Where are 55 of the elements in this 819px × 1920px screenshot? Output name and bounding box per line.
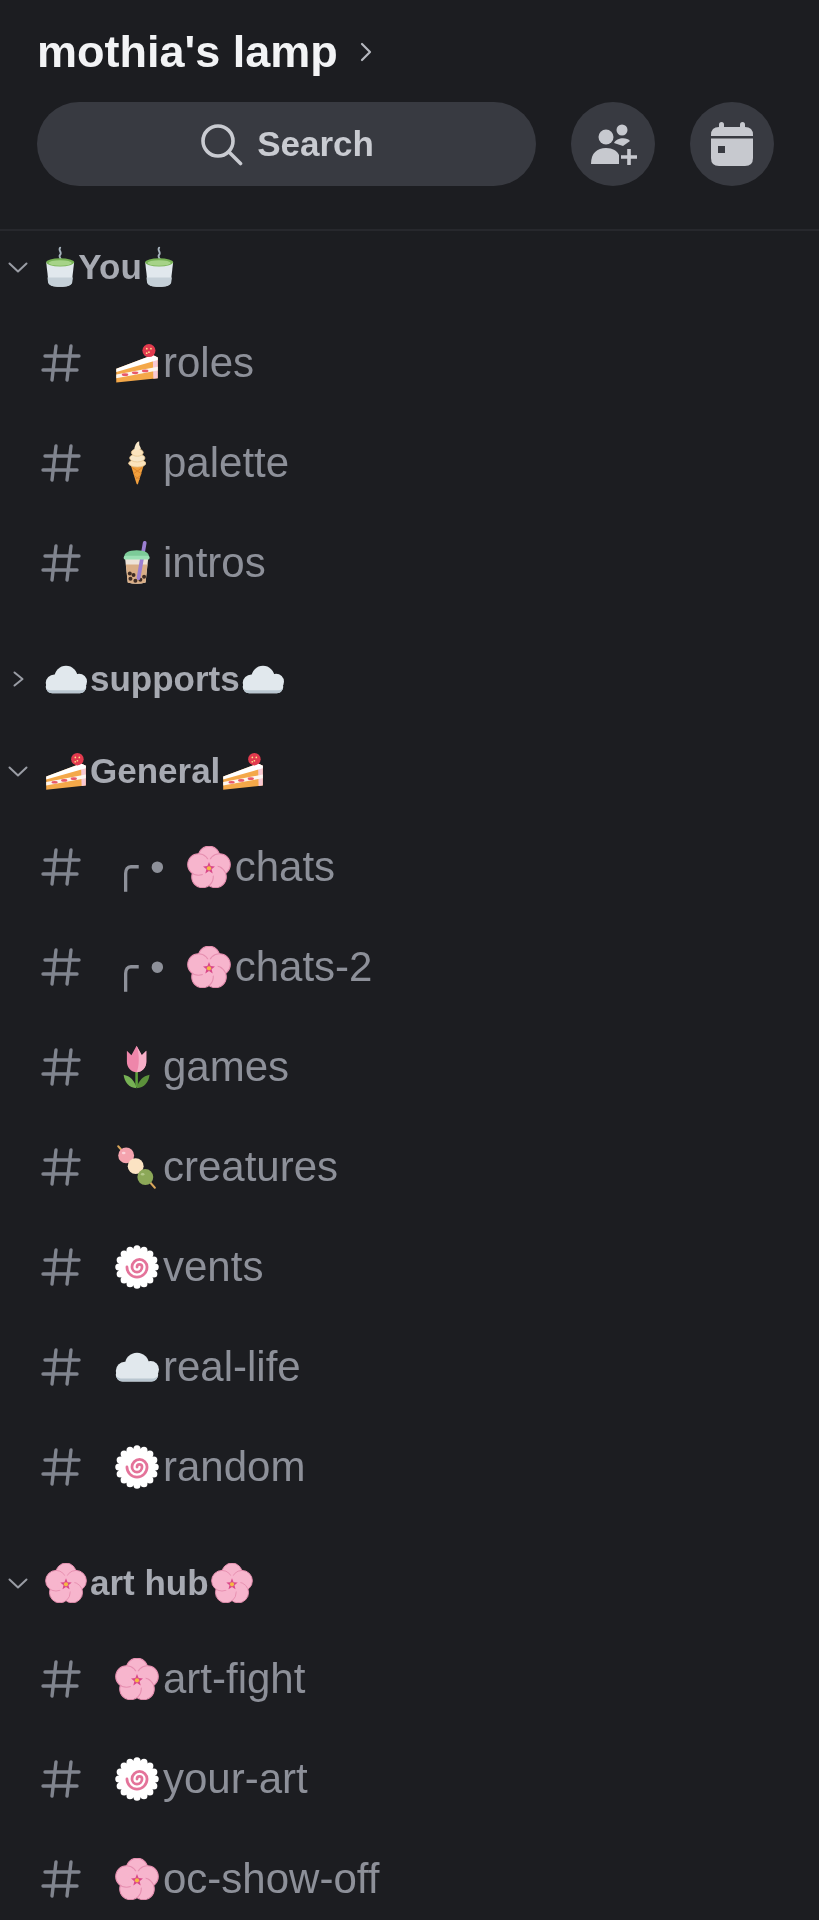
- dango-icon: [117, 1145, 157, 1189]
- cherry-blossom-icon: [210, 1562, 253, 1604]
- ice-cream-icon: [127, 441, 147, 485]
- channel-item[interactable]: roles: [40, 341, 255, 385]
- tea-cup-icon: [45, 246, 76, 288]
- cherry-blossom-icon: [186, 945, 231, 989]
- hash-icon: [40, 343, 82, 383]
- cherry-blossom-icon: [115, 1657, 159, 1701]
- search-icon: [199, 122, 244, 166]
- cloud-icon: [241, 664, 284, 694]
- hash-icon: [40, 847, 82, 887]
- tea-cup-icon: [143, 246, 175, 288]
- cloud-icon: [45, 664, 87, 694]
- channel-item[interactable]: palette: [40, 441, 290, 485]
- hash-icon: [40, 443, 82, 483]
- fish-cake-icon: [115, 1245, 159, 1289]
- cloud-icon: [115, 1351, 159, 1383]
- hash-icon: [40, 1759, 82, 1799]
- bubble-tea-icon: [123, 541, 151, 585]
- category-header[interactable]: supports: [8, 656, 284, 702]
- tulip-icon: [123, 1045, 151, 1089]
- channel-item[interactable]: oc-show-off: [40, 1857, 380, 1901]
- hash-icon: [40, 1347, 82, 1387]
- channel-item[interactable]: art-fight: [40, 1657, 306, 1701]
- channel-item[interactable]: your-art: [40, 1757, 308, 1801]
- cherry-blossom-icon: [186, 845, 231, 889]
- person-add-icon: [589, 122, 637, 166]
- search-button[interactable]: Search: [37, 102, 536, 186]
- cake-slice-icon: [222, 751, 265, 791]
- cherry-blossom-icon: [45, 1562, 87, 1604]
- channel-item[interactable]: vents: [40, 1245, 264, 1289]
- cake-slice-icon: [45, 751, 87, 791]
- hash-icon: [40, 1047, 82, 1087]
- channel-item[interactable]: random: [40, 1445, 306, 1489]
- calendar-icon: [711, 122, 753, 166]
- hash-icon: [40, 1147, 82, 1187]
- fish-cake-icon: [115, 1445, 159, 1489]
- category-header[interactable]: You: [8, 244, 175, 290]
- hash-icon: [40, 947, 82, 987]
- channel-item[interactable]: games: [40, 1045, 290, 1089]
- cherry-blossom-icon: [115, 1857, 159, 1901]
- chevron-right-icon: [359, 42, 372, 62]
- category-header[interactable]: General: [8, 748, 265, 794]
- channel-item[interactable]: intros: [40, 541, 266, 585]
- hash-icon: [40, 1659, 82, 1699]
- hash-icon: [40, 1859, 82, 1899]
- cake-slice-icon: [115, 342, 159, 384]
- channel-item[interactable]: creatures: [40, 1145, 339, 1189]
- hash-icon: [40, 1447, 82, 1487]
- fish-cake-icon: [115, 1757, 159, 1801]
- channel-item[interactable]: real-life: [40, 1345, 301, 1389]
- hash-icon: [40, 1247, 82, 1287]
- category-header[interactable]: art hub: [8, 1560, 253, 1606]
- server-name-button[interactable]: mothia's lamp: [37, 26, 372, 78]
- hash-icon: [40, 543, 82, 583]
